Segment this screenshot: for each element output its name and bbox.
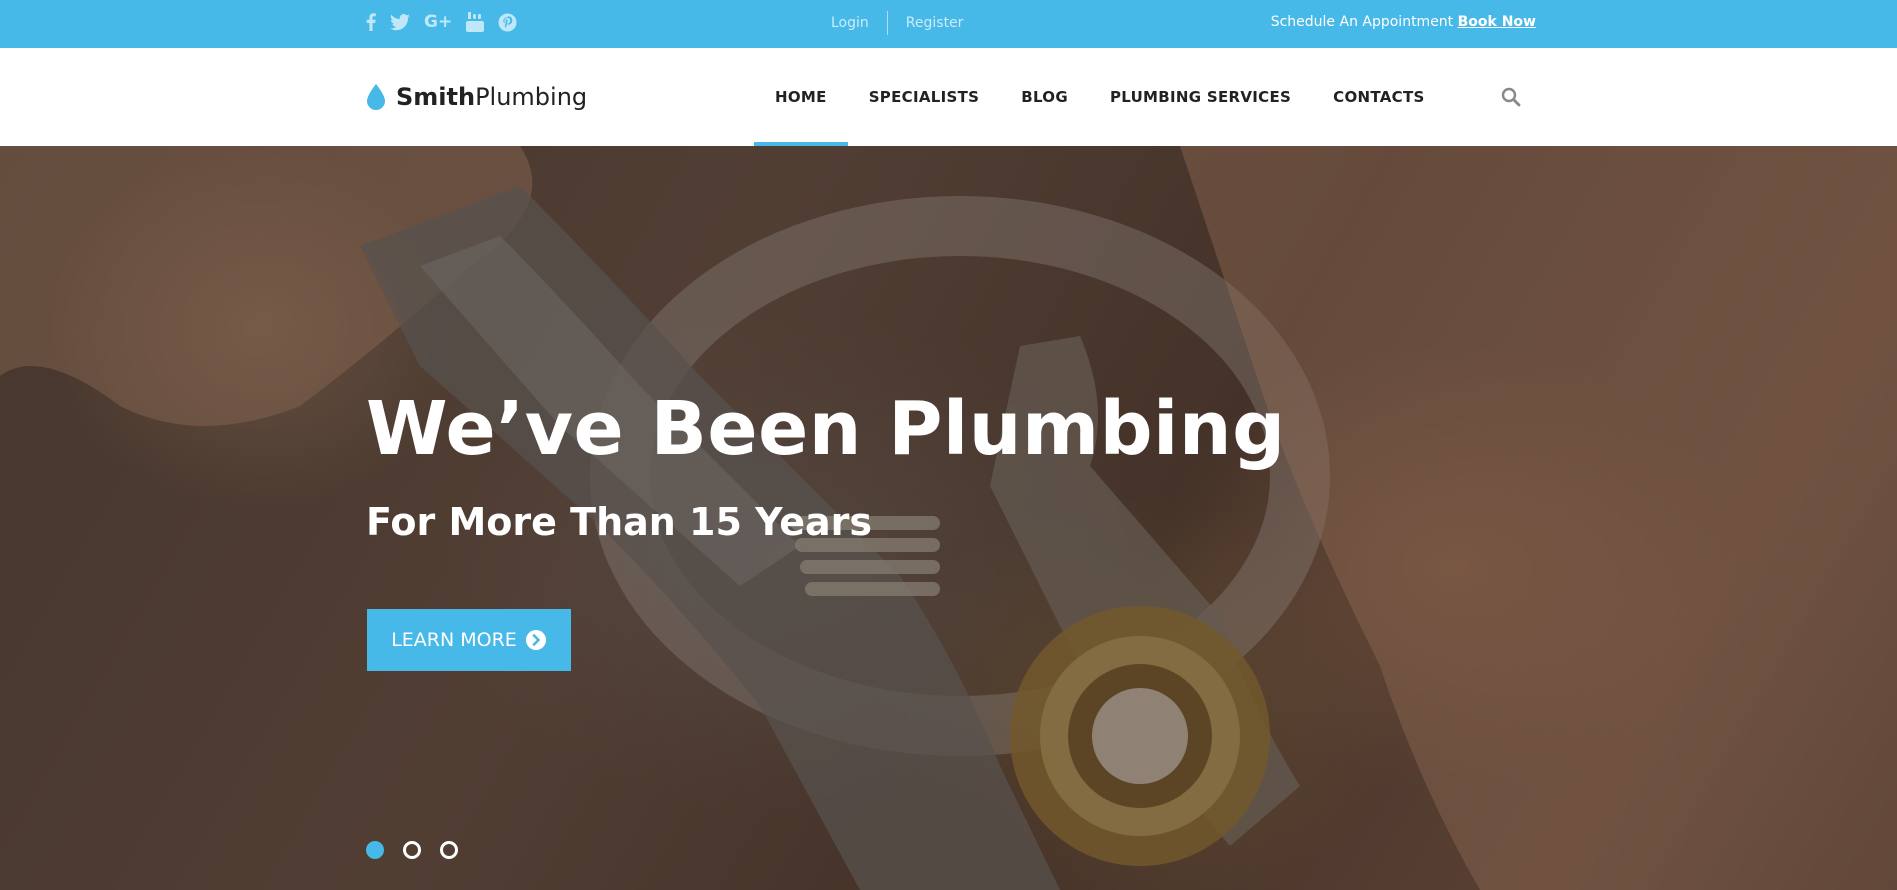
search-icon[interactable] [1500,86,1522,108]
nav-item-plumbing-services[interactable]: PLUMBING SERVICES [1089,48,1312,146]
learn-more-label: LEARN MORE [391,629,517,651]
slide-dot-1[interactable] [366,841,384,859]
slide-dot-3[interactable] [440,841,458,859]
appointment-text: Schedule An Appointment [1270,14,1454,30]
pinterest-icon[interactable] [498,11,517,33]
hero-subtitle: For More Than 15 Years [366,500,872,544]
nav-item-specialists[interactable]: SPECIALISTS [848,48,1001,146]
slider-pagination [366,841,458,859]
nav-item-blog[interactable]: BLOG [1000,48,1089,146]
appointment-cta: Schedule An Appointment Book Now [1271,14,1536,30]
logo[interactable]: Smith Plumbing [366,82,587,112]
youtube-icon[interactable] [466,11,485,33]
brand-name-light: Plumbing [475,83,588,111]
auth-links: Login Register [831,11,963,35]
facebook-icon[interactable] [366,11,376,33]
site-header: Smith Plumbing HOME SPECIALISTS BLOG PLU… [0,48,1897,146]
water-drop-icon [367,84,385,110]
hero-slider: We’ve Been Plumbing For More Than 15 Yea… [0,146,1897,890]
hero-title: We’ve Been Plumbing [366,386,1286,472]
login-link[interactable]: Login [831,15,869,31]
slide-dot-2[interactable] [403,841,421,859]
main-nav: HOME SPECIALISTS BLOG PLUMBING SERVICES … [754,48,1446,146]
nav-item-home[interactable]: HOME [754,48,848,146]
auth-divider [886,11,888,35]
chevron-right-circle-icon [525,630,546,650]
top-bar: G+ Login Register Schedule An Appointmen… [0,0,1897,48]
social-links: G+ [366,11,517,33]
nav-item-contacts[interactable]: CONTACTS [1312,48,1445,146]
book-now-link[interactable]: Book Now [1458,14,1536,30]
hero-overlay [0,146,1897,890]
google-plus-icon[interactable]: G+ [424,11,452,33]
brand-name-bold: Smith [396,83,476,111]
twitter-icon[interactable] [390,11,410,33]
learn-more-button[interactable]: LEARN MORE [367,609,571,671]
register-link[interactable]: Register [906,15,964,31]
